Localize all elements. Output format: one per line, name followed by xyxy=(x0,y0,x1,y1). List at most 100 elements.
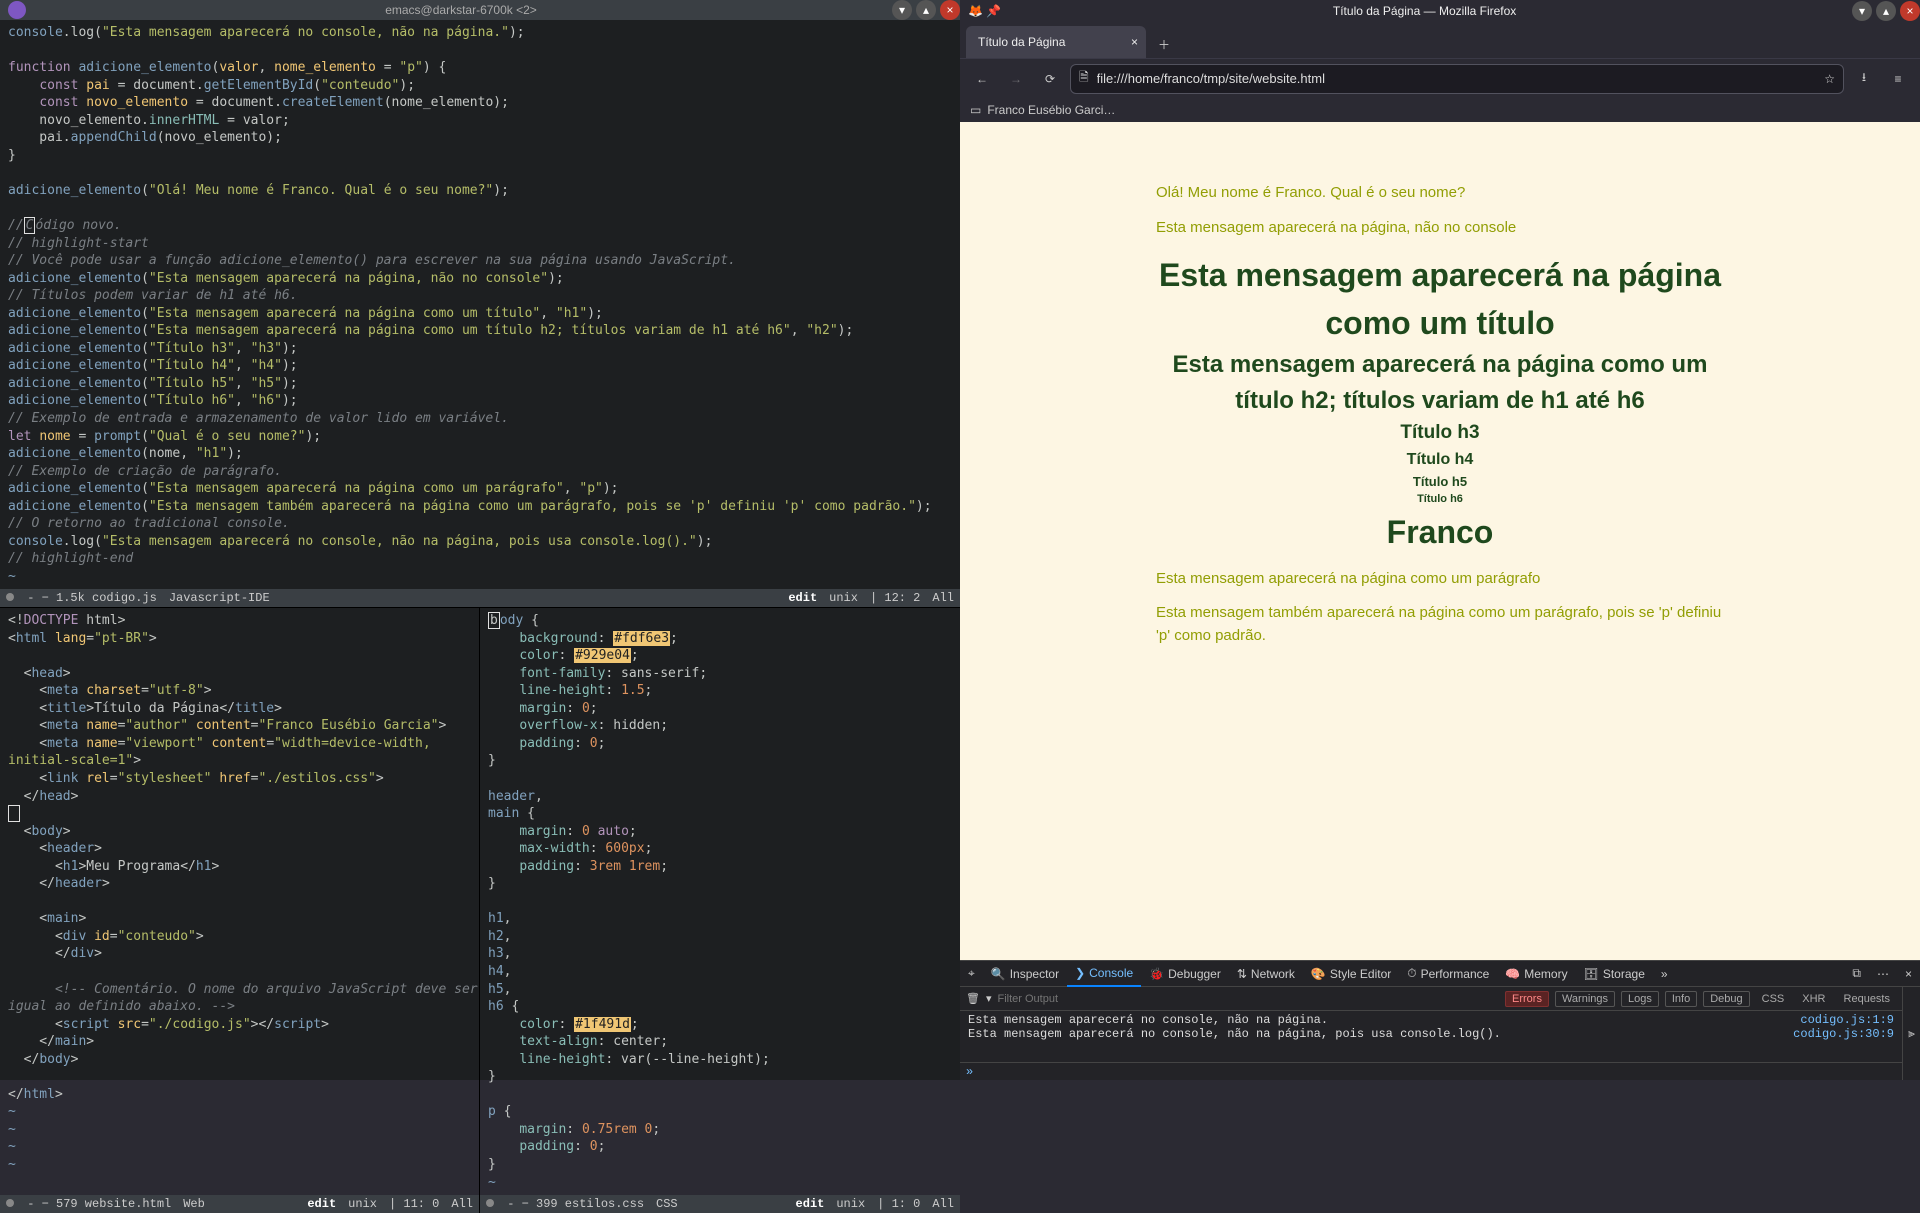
console-row: Esta mensagem aparecerá no console, não … xyxy=(968,1027,1894,1041)
menu-icon[interactable]: ≡ xyxy=(1884,65,1912,93)
editor-pane-css[interactable]: body { background: #fdf6e3; color: #929e… xyxy=(480,608,960,1213)
html-code[interactable]: <!DOCTYPE html> <html lang="pt-BR"> <hea… xyxy=(0,608,479,1178)
modeline-css: - − 399 estilos.css CSS edit unix | 1: 0… xyxy=(480,1195,960,1213)
page-text: Olá! Meu nome é Franco. Qual é o seu nom… xyxy=(1156,182,1724,205)
tab-memory[interactable]: 🧠 Memory xyxy=(1497,961,1575,987)
page-h5: Título h5 xyxy=(1156,472,1724,492)
editor-pane-html[interactable]: <!DOCTYPE html> <html lang="pt-BR"> <hea… xyxy=(0,608,480,1213)
chip-css[interactable]: CSS xyxy=(1756,992,1791,1006)
editor-pane-js[interactable]: console.log("Esta mensagem aparecerá no … xyxy=(0,20,960,607)
ml-enc: unix xyxy=(829,591,858,605)
chip-logs[interactable]: Logs xyxy=(1621,991,1659,1007)
ml-edit: edit xyxy=(788,591,817,605)
console-output[interactable]: Esta mensagem aparecerá no console, não … xyxy=(960,1011,1902,1062)
chip-xhr[interactable]: XHR xyxy=(1796,992,1831,1006)
ml-pos: 11: 0 xyxy=(403,1197,439,1211)
filter-input[interactable] xyxy=(998,993,1500,1005)
ml-enc: unix xyxy=(348,1197,377,1211)
ml-enc: unix xyxy=(836,1197,865,1211)
modeline-html: - − 579 website.html Web edit unix | 11:… xyxy=(0,1195,479,1213)
chip-debug[interactable]: Debug xyxy=(1703,991,1749,1007)
emacs-logo-icon xyxy=(8,1,26,19)
css-code[interactable]: body { background: #fdf6e3; color: #929e… xyxy=(480,608,960,1213)
page-text: Esta mensagem aparecerá na página, não n… xyxy=(1156,217,1724,240)
ml-file: - − 579 website.html xyxy=(20,1197,171,1211)
tab-console[interactable]: ❯ Console xyxy=(1067,961,1141,987)
tab-performance[interactable]: ⏱ Performance xyxy=(1399,961,1497,987)
tab-storage[interactable]: 🗄 Storage xyxy=(1576,961,1653,987)
page-text: Esta mensagem também aparecerá na página… xyxy=(1156,602,1724,647)
devtools-picker-icon[interactable]: ⌖ xyxy=(960,961,983,987)
pocket-icon[interactable]: ⭳ xyxy=(1850,65,1878,93)
ml-edit: edit xyxy=(796,1197,825,1211)
close-icon[interactable]: × xyxy=(940,0,960,20)
devtools-tabs: ⌖ 🔍 Inspector ❯ Console 🐞 Debugger ⇅ Net… xyxy=(960,961,1920,987)
editor-bottom-split: <!DOCTYPE html> <html lang="pt-BR"> <hea… xyxy=(0,607,960,1213)
devtools-close-icon[interactable]: × xyxy=(1897,961,1920,987)
firefox-title-text: Título da Página — Mozilla Firefox xyxy=(1001,4,1848,18)
chip-warnings[interactable]: Warnings xyxy=(1555,991,1615,1007)
bookmark-item[interactable]: Franco Eusébio Garci… xyxy=(987,103,1115,117)
firefox-logo-icon: 🦊 📌 xyxy=(968,4,1001,18)
ml-edit: edit xyxy=(307,1197,336,1211)
console-prompt[interactable]: » xyxy=(960,1062,1902,1080)
ml-mode: CSS xyxy=(656,1197,678,1211)
devtools: ⌖ 🔍 Inspector ❯ Console 🐞 Debugger ⇅ Net… xyxy=(960,960,1920,1080)
trash-icon[interactable]: 🗑 xyxy=(966,992,980,1005)
tab-inspector[interactable]: 🔍 Inspector xyxy=(983,961,1067,987)
forward-button[interactable]: → xyxy=(1002,65,1030,93)
tab-network[interactable]: ⇅ Network xyxy=(1229,961,1303,987)
minimize-icon[interactable]: ▾ xyxy=(1852,1,1872,21)
ml-pos: 12: 2 xyxy=(884,591,920,605)
chip-info[interactable]: Info xyxy=(1665,991,1697,1007)
rendered-page: Olá! Meu nome é Franco. Qual é o seu nom… xyxy=(960,122,1920,960)
file-icon: 🗎 xyxy=(1079,68,1089,89)
page-h4: Título h4 xyxy=(1156,448,1724,472)
chip-errors[interactable]: Errors xyxy=(1505,991,1549,1007)
emacs-title-text: emacs@darkstar-6700k <2> xyxy=(34,3,888,17)
tab-strip: Título da Página × ＋ xyxy=(960,22,1920,58)
js-code[interactable]: console.log("Esta mensagem aparecerá no … xyxy=(0,20,960,607)
ml-mode: Web xyxy=(183,1197,205,1211)
tab-debugger[interactable]: 🐞 Debugger xyxy=(1141,961,1229,987)
url-bar[interactable]: 🗎 ☆ xyxy=(1070,64,1844,94)
page-h3: Título h3 xyxy=(1156,419,1724,448)
tab-close-icon[interactable]: × xyxy=(1131,35,1138,49)
ml-mode: Javascript-IDE xyxy=(169,591,270,605)
modeline-js: - − 1.5k codigo.js Javascript-IDE edit u… xyxy=(0,589,960,607)
ml-scroll: All xyxy=(451,1197,473,1211)
tab-title: Título da Página xyxy=(978,35,1065,49)
firefox-window: 🦊 📌 Título da Página — Mozilla Firefox ▾… xyxy=(960,0,1920,1080)
chip-requests[interactable]: Requests xyxy=(1838,992,1896,1006)
page-h2: Esta mensagem aparecerá na página como u… xyxy=(1156,347,1724,419)
minimize-icon[interactable]: ▾ xyxy=(892,0,912,20)
console-msg: Esta mensagem aparecerá no console, não … xyxy=(968,1027,1793,1041)
reload-button[interactable]: ⟳ xyxy=(1036,65,1064,93)
ml-pos: 1: 0 xyxy=(892,1197,921,1211)
new-tab-button[interactable]: ＋ xyxy=(1150,30,1178,58)
filter-icon: ▾ xyxy=(986,992,992,1005)
emacs-window: emacs@darkstar-6700k <2> ▾ ▴ × console.l… xyxy=(0,0,960,1080)
maximize-icon[interactable]: ▴ xyxy=(916,0,936,20)
maximize-icon[interactable]: ▴ xyxy=(1876,1,1896,21)
console-row: Esta mensagem aparecerá no console, não … xyxy=(968,1013,1894,1027)
ml-file: - − 399 estilos.css xyxy=(500,1197,644,1211)
tab-style-editor[interactable]: 🎨 Style Editor xyxy=(1303,961,1399,987)
close-icon[interactable]: × xyxy=(1900,1,1920,21)
browser-tab[interactable]: Título da Página × xyxy=(966,26,1146,58)
back-button[interactable]: ← xyxy=(968,65,996,93)
console-sidebar-toggle-icon[interactable]: ⫸ xyxy=(1902,987,1920,1080)
console-source-link[interactable]: codigo.js:1:9 xyxy=(1800,1013,1894,1027)
page-text: Esta mensagem aparecerá na página como u… xyxy=(1156,568,1724,591)
ml-scroll: All xyxy=(932,1197,954,1211)
console-source-link[interactable]: codigo.js:30:9 xyxy=(1793,1027,1894,1041)
devtools-dock-icon[interactable]: ⧉ xyxy=(1844,961,1869,987)
firefox-titlebar: 🦊 📌 Título da Página — Mozilla Firefox ▾… xyxy=(960,0,1920,22)
ml-file: - − 1.5k codigo.js xyxy=(20,591,157,605)
devtools-menu-icon[interactable]: ⋯ xyxy=(1869,961,1897,987)
bookmark-star-icon[interactable]: ☆ xyxy=(1824,72,1835,86)
bookmark-folder-icon: ▭ xyxy=(970,103,981,117)
url-input[interactable] xyxy=(1097,71,1817,86)
tabs-overflow-icon[interactable]: » xyxy=(1653,961,1676,987)
ml-scroll: All xyxy=(932,591,954,605)
